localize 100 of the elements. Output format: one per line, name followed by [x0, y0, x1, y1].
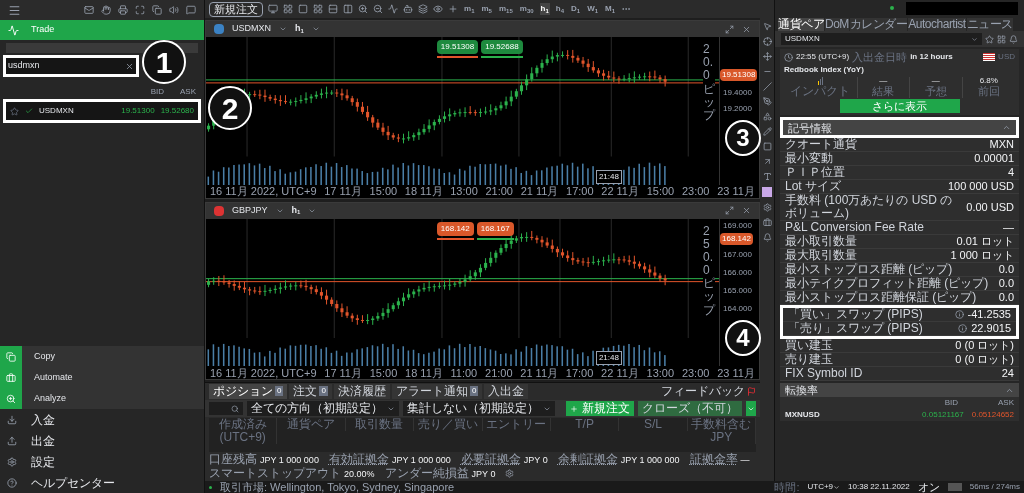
chart-symbol[interactable]: USDMXN [232, 22, 271, 36]
search-field[interactable] [209, 402, 243, 415]
price-axis-label: 169.000 [723, 219, 752, 232]
menu-item[interactable]: 出金 [0, 430, 204, 451]
layers-icon[interactable] [418, 4, 428, 14]
star-icon[interactable] [10, 106, 19, 116]
timeframe-button[interactable]: M$_{1}$ [604, 3, 617, 15]
move-icon[interactable] [762, 52, 772, 61]
buy-price-button[interactable]: 168.167 [476, 221, 514, 236]
printer-icon[interactable] [118, 5, 128, 15]
section-header[interactable]: 記号情報 [783, 120, 1016, 135]
timeframe-button[interactable]: m$_{30}$ [518, 3, 535, 15]
panel-tab[interactable]: 決済履歴 [333, 383, 390, 399]
timeframe-button[interactable]: h$_{4}$ [554, 3, 566, 15]
new-order-button[interactable]: 新規注文 [209, 1, 263, 17]
timeframe-button[interactable]: h$_{1}$ [539, 3, 550, 15]
color-swatch[interactable] [762, 187, 772, 197]
timeframe-button[interactable]: m$_{5}$ [480, 3, 493, 15]
chat-icon[interactable] [186, 5, 196, 15]
panel-tab[interactable]: 通貨ペア [778, 18, 824, 31]
zoom-out-icon[interactable] [373, 4, 383, 14]
timezone-dropdown[interactable]: UTC+9 [807, 481, 841, 493]
eye-icon[interactable] [433, 4, 443, 14]
timeframe-button[interactable]: W$_{1}$ [586, 3, 600, 15]
columns-icon[interactable] [343, 4, 353, 14]
star-icon[interactable] [985, 34, 994, 44]
panel-tab[interactable]: ニュース [966, 18, 1013, 31]
cursor-time-label: 21:48 [595, 351, 622, 365]
filter-dropdown[interactable]: 全ての方向（初期設定） [247, 401, 399, 416]
menu-item[interactable]: ヘルプセンター [0, 472, 204, 493]
timeframe-button[interactable]: m$_{15}$ [497, 3, 514, 15]
pen-icon[interactable] [762, 97, 772, 106]
panel-tab[interactable]: アラート通知 0 [391, 383, 483, 399]
timeframe-button[interactable]: m$_{1}$ [463, 3, 476, 15]
watchlist-row[interactable]: USDMXN 19.51300 19.52680 [6, 102, 198, 120]
sell-price-button[interactable]: 168.142 [436, 221, 474, 236]
timeframe-label[interactable]: h$_{1}$ [295, 22, 304, 36]
robot-icon[interactable] [403, 4, 413, 14]
app-menu-item[interactable]: Automate [0, 367, 204, 388]
close-icon[interactable] [742, 24, 751, 34]
panel-tab[interactable]: 注文 0 [289, 383, 332, 399]
feedback-link[interactable]: フィードバック [661, 384, 745, 398]
stat-value: — [931, 77, 940, 85]
close-icon[interactable] [742, 206, 751, 215]
panel-tab[interactable]: カレンダー [849, 18, 908, 31]
gear-icon[interactable] [762, 203, 772, 212]
rows-icon[interactable] [328, 4, 338, 14]
search-field[interactable]: usdmxn [6, 58, 136, 74]
dropdown-button[interactable] [746, 401, 756, 416]
menu-icon[interactable] [8, 3, 21, 17]
panel-tab[interactable]: 入出金 [484, 383, 529, 399]
hand-icon[interactable] [101, 5, 111, 15]
square-icon[interactable] [298, 4, 308, 14]
timeframe-label[interactable]: h$_{1}$ [291, 203, 301, 218]
maximize-icon[interactable] [725, 24, 734, 34]
copy-icon[interactable] [152, 5, 162, 15]
crosshair-icon[interactable] [762, 37, 772, 46]
line-icon[interactable] [762, 82, 772, 91]
rectangle-icon[interactable] [762, 142, 772, 151]
indicator-icon[interactable] [388, 4, 398, 14]
withdraw-icon [7, 435, 17, 446]
bell-icon[interactable] [762, 233, 772, 242]
mail-icon[interactable] [84, 5, 94, 15]
section-header[interactable]: 転換率 [780, 383, 1019, 397]
grid-icon[interactable] [313, 4, 323, 14]
bell-icon[interactable] [1009, 34, 1018, 44]
grid-icon[interactable] [283, 4, 293, 14]
symbol-dropdown[interactable]: USDMXN [781, 33, 982, 45]
chart-symbol[interactable]: GBPJPY [232, 203, 268, 218]
summary-value: JPY 0 [471, 467, 496, 480]
speaker-icon[interactable] [169, 5, 179, 15]
briefcase-icon [6, 372, 16, 383]
filter-dropdown[interactable]: 集計しない（初期設定） [403, 401, 555, 416]
grid-icon[interactable] [997, 34, 1006, 44]
app-menu-item[interactable]: Analyze [0, 388, 204, 409]
pencil-icon[interactable] [762, 127, 772, 136]
fullscreen-icon[interactable] [135, 5, 145, 15]
monitor-icon[interactable] [268, 4, 278, 14]
plus-icon[interactable] [448, 4, 458, 14]
settings-icon[interactable] [505, 469, 515, 478]
panel-tab[interactable]: DoM [825, 18, 849, 31]
sell-price-button[interactable]: 19.51308 [436, 40, 479, 54]
pointer-icon[interactable] [762, 22, 772, 31]
panel-tab[interactable]: Autochartist [908, 18, 966, 31]
maximize-icon[interactable] [725, 206, 734, 215]
briefcase-icon[interactable] [762, 218, 772, 227]
arrow-icon[interactable] [762, 157, 772, 166]
clear-icon[interactable] [125, 61, 134, 71]
app-menu-item[interactable]: Copy [0, 346, 204, 367]
timeframe-button[interactable]: D$_{1}$ [570, 3, 582, 15]
column-header: 作成済み (UTC+9) [209, 418, 278, 444]
panel-tab[interactable]: ポジション 0 [209, 383, 288, 399]
zoom-in-icon[interactable] [358, 4, 368, 14]
column-header: 手数料含む JPY [687, 418, 756, 444]
menu-item[interactable]: 設定 [0, 451, 204, 472]
menu-item[interactable]: 入金 [0, 409, 204, 430]
shapes-icon[interactable] [762, 112, 772, 121]
toggle-switch[interactable] [947, 483, 962, 491]
text-icon[interactable] [762, 172, 772, 181]
buy-price-button[interactable]: 19.52688 [481, 40, 523, 54]
